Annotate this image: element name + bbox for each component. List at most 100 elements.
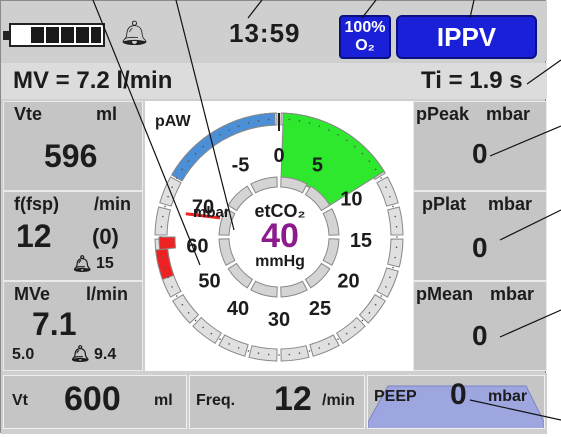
gauge-outer-segment	[172, 293, 200, 324]
gauge-tick	[167, 276, 169, 279]
gauge-tick	[328, 343, 330, 345]
panel-unit: /min	[94, 194, 132, 214]
vt-value: 600	[64, 380, 121, 418]
peep-setting[interactable]: PEEP 0 mbar	[367, 375, 545, 429]
mode-button[interactable]: IPPV	[396, 15, 537, 59]
gauge-outer-segment	[280, 345, 310, 362]
panel-unit: mbar	[488, 194, 533, 214]
peep-label: PEEP	[374, 388, 417, 405]
ppeak-panel[interactable]: pPeak mbar 0	[413, 101, 547, 191]
gauge-scale-label: 50	[198, 270, 220, 292]
battery-icon	[3, 23, 105, 47]
gauge-outer-segment	[387, 238, 404, 268]
gauge-tick	[171, 186, 173, 188]
gauge-tick	[374, 303, 377, 306]
gauge-tick	[288, 118, 291, 121]
gauge-scale-label: -5	[232, 155, 250, 177]
panel-name: pPeak	[416, 104, 470, 124]
bell-icon[interactable]: 🔔︎	[119, 19, 149, 48]
gauge-tick	[160, 236, 162, 238]
gauge-tick	[354, 145, 356, 148]
gauge-tick	[187, 312, 190, 314]
screen: 🔔︎ 13:59 100% O₂ IPPV MV = 7.2 l/min Ti …	[0, 0, 561, 437]
gauge-outer-segment	[192, 316, 223, 344]
gauge-tick	[187, 160, 190, 162]
panel-name: MVe	[14, 284, 51, 304]
etco2-unit: mmHg	[255, 253, 305, 270]
gauge-tick	[202, 326, 204, 329]
clock: 13:59	[229, 18, 301, 48]
gauge-tick	[219, 134, 221, 136]
gauge-inner-segment	[218, 238, 236, 266]
gauge-inner-segment	[250, 280, 278, 298]
gauge-red-zone	[155, 248, 175, 281]
gauge-scale-label: 30	[268, 309, 290, 331]
gauge-inner-segment	[280, 280, 308, 298]
gauge-tick	[394, 256, 397, 259]
gauge-tick	[247, 350, 250, 352]
gauge-tick	[396, 236, 398, 238]
gauge-tick	[374, 168, 377, 171]
gauge-green-zone	[280, 112, 385, 207]
gauge-tick	[228, 129, 230, 131]
gauge-outer-segment	[387, 206, 404, 236]
gauge-outer-segment	[335, 316, 366, 344]
freq-setting[interactable]: Freq. 12 /min	[189, 375, 365, 429]
vt-unit: ml	[154, 392, 173, 409]
panel-unit: mbar	[490, 284, 535, 304]
gauge-tick	[210, 332, 213, 335]
gauge-tick	[219, 338, 221, 340]
f-value: 12	[16, 218, 52, 254]
gauge-tick	[278, 354, 280, 356]
gauge-blue-zone	[170, 112, 276, 182]
mve-panel[interactable]: MVe l/min 7.1 5.0 🔔︎ 9.4	[3, 281, 143, 371]
o2-button[interactable]: 100% O₂	[339, 15, 391, 59]
gauge-tick	[389, 195, 391, 198]
gauge-outer-segment	[248, 345, 278, 362]
gauge-tick	[194, 319, 197, 322]
gauge-tick	[318, 125, 321, 127]
ti-readout: Ti = 1.9 s	[421, 67, 523, 94]
pplat-value: 0	[472, 232, 488, 263]
vte-panel[interactable]: Vte ml 596	[3, 101, 143, 191]
gauge-tick	[237, 125, 240, 127]
fspont-panel[interactable]: f(fsp) /min 12 (0) 🔔︎ 15	[3, 191, 143, 281]
gauge-inner-segment	[322, 238, 340, 266]
ppeak-value: 0	[472, 138, 488, 169]
pplat-panel[interactable]: pPlat mbar 0	[413, 191, 547, 281]
gauge-outer-segment	[159, 176, 182, 207]
gauge-tick	[392, 266, 394, 269]
pmean-value: 0	[472, 320, 488, 351]
gauge-tick	[267, 118, 270, 121]
gauge-tick	[298, 352, 301, 355]
top-status-bar: 🔔︎ 13:59 100% O₂ IPPV	[1, 1, 547, 61]
panel-name: pMean	[416, 284, 474, 304]
o2-percent: 100%	[344, 19, 386, 36]
gauge-tick	[288, 353, 291, 356]
peep-unit: mbar	[488, 388, 528, 405]
gauge-outer-segment	[309, 334, 340, 357]
gauge-tick	[380, 295, 382, 297]
fspont-value: (0)	[92, 224, 119, 249]
panel-name: Vte	[14, 104, 43, 124]
gauge-tick	[337, 338, 339, 340]
gauge-scale-label: 40	[227, 298, 249, 320]
gauge-scale-label: 0	[273, 145, 284, 167]
gauge-tick	[160, 246, 163, 249]
pmean-panel[interactable]: pMean mbar 0	[413, 281, 547, 371]
gauge-tick	[160, 225, 163, 228]
gauge-tick	[395, 246, 398, 249]
gauge-outer-segment	[376, 267, 399, 298]
gauge-tick	[267, 353, 270, 356]
gauge-tick	[164, 266, 166, 269]
gauge-tick	[345, 139, 348, 142]
gauge-tick	[385, 186, 387, 188]
gauge-tick	[176, 177, 178, 179]
gauge-tick	[354, 326, 356, 329]
gauge-tick	[308, 122, 311, 124]
gauge-tick	[392, 205, 394, 208]
mve-low-limit: 5.0	[12, 346, 35, 363]
gauge-tick	[164, 205, 166, 208]
vt-label: Vt	[12, 392, 28, 409]
vt-setting[interactable]: Vt 600 ml	[3, 375, 187, 429]
